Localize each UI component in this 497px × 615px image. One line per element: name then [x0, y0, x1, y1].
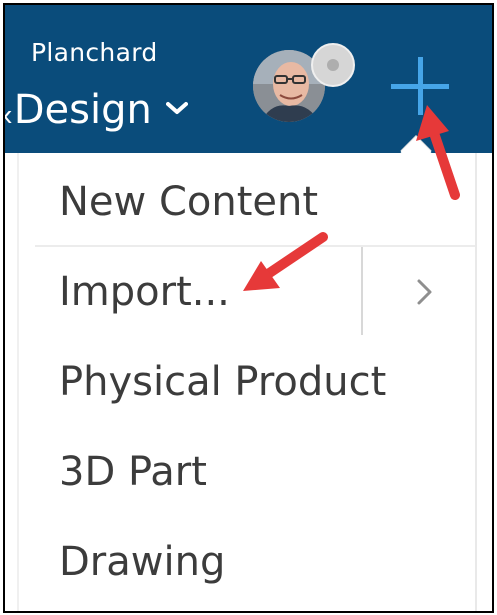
app-name: ₓDesign: [3, 87, 152, 133]
plus-icon[interactable]: [387, 53, 453, 119]
menu-item-label: Import...: [59, 269, 230, 315]
menu-item-import[interactable]: Import...: [19, 247, 475, 337]
menu-item-3d-part[interactable]: 3D Part: [19, 427, 475, 517]
user-name: Planchard: [31, 38, 158, 67]
menu-item-new-content[interactable]: New Content: [19, 157, 475, 247]
menu-item-label: Physical Product: [59, 359, 387, 405]
chevron-right-icon[interactable]: [413, 277, 435, 307]
chevron-down-icon: [165, 102, 188, 114]
menu-item-label: Drawing: [59, 539, 226, 585]
menu-item-label: New Content: [59, 179, 319, 225]
dropdown-right-edge: [475, 153, 477, 611]
create-menu: New Content Import... Physical Product 3…: [19, 153, 475, 611]
menu-item-drawing[interactable]: Drawing: [19, 517, 475, 607]
menu-item-label: 3D Part: [59, 449, 207, 495]
screenshot-frame: Planchard ₓDesign New Content Import... …: [3, 3, 494, 613]
submenu-divider: [361, 247, 363, 335]
app-switcher[interactable]: ₓDesign: [3, 87, 188, 133]
notification-badge-icon[interactable]: [311, 43, 355, 87]
top-bar: Planchard ₓDesign: [5, 5, 492, 153]
menu-item-physical-product[interactable]: Physical Product: [19, 337, 475, 427]
